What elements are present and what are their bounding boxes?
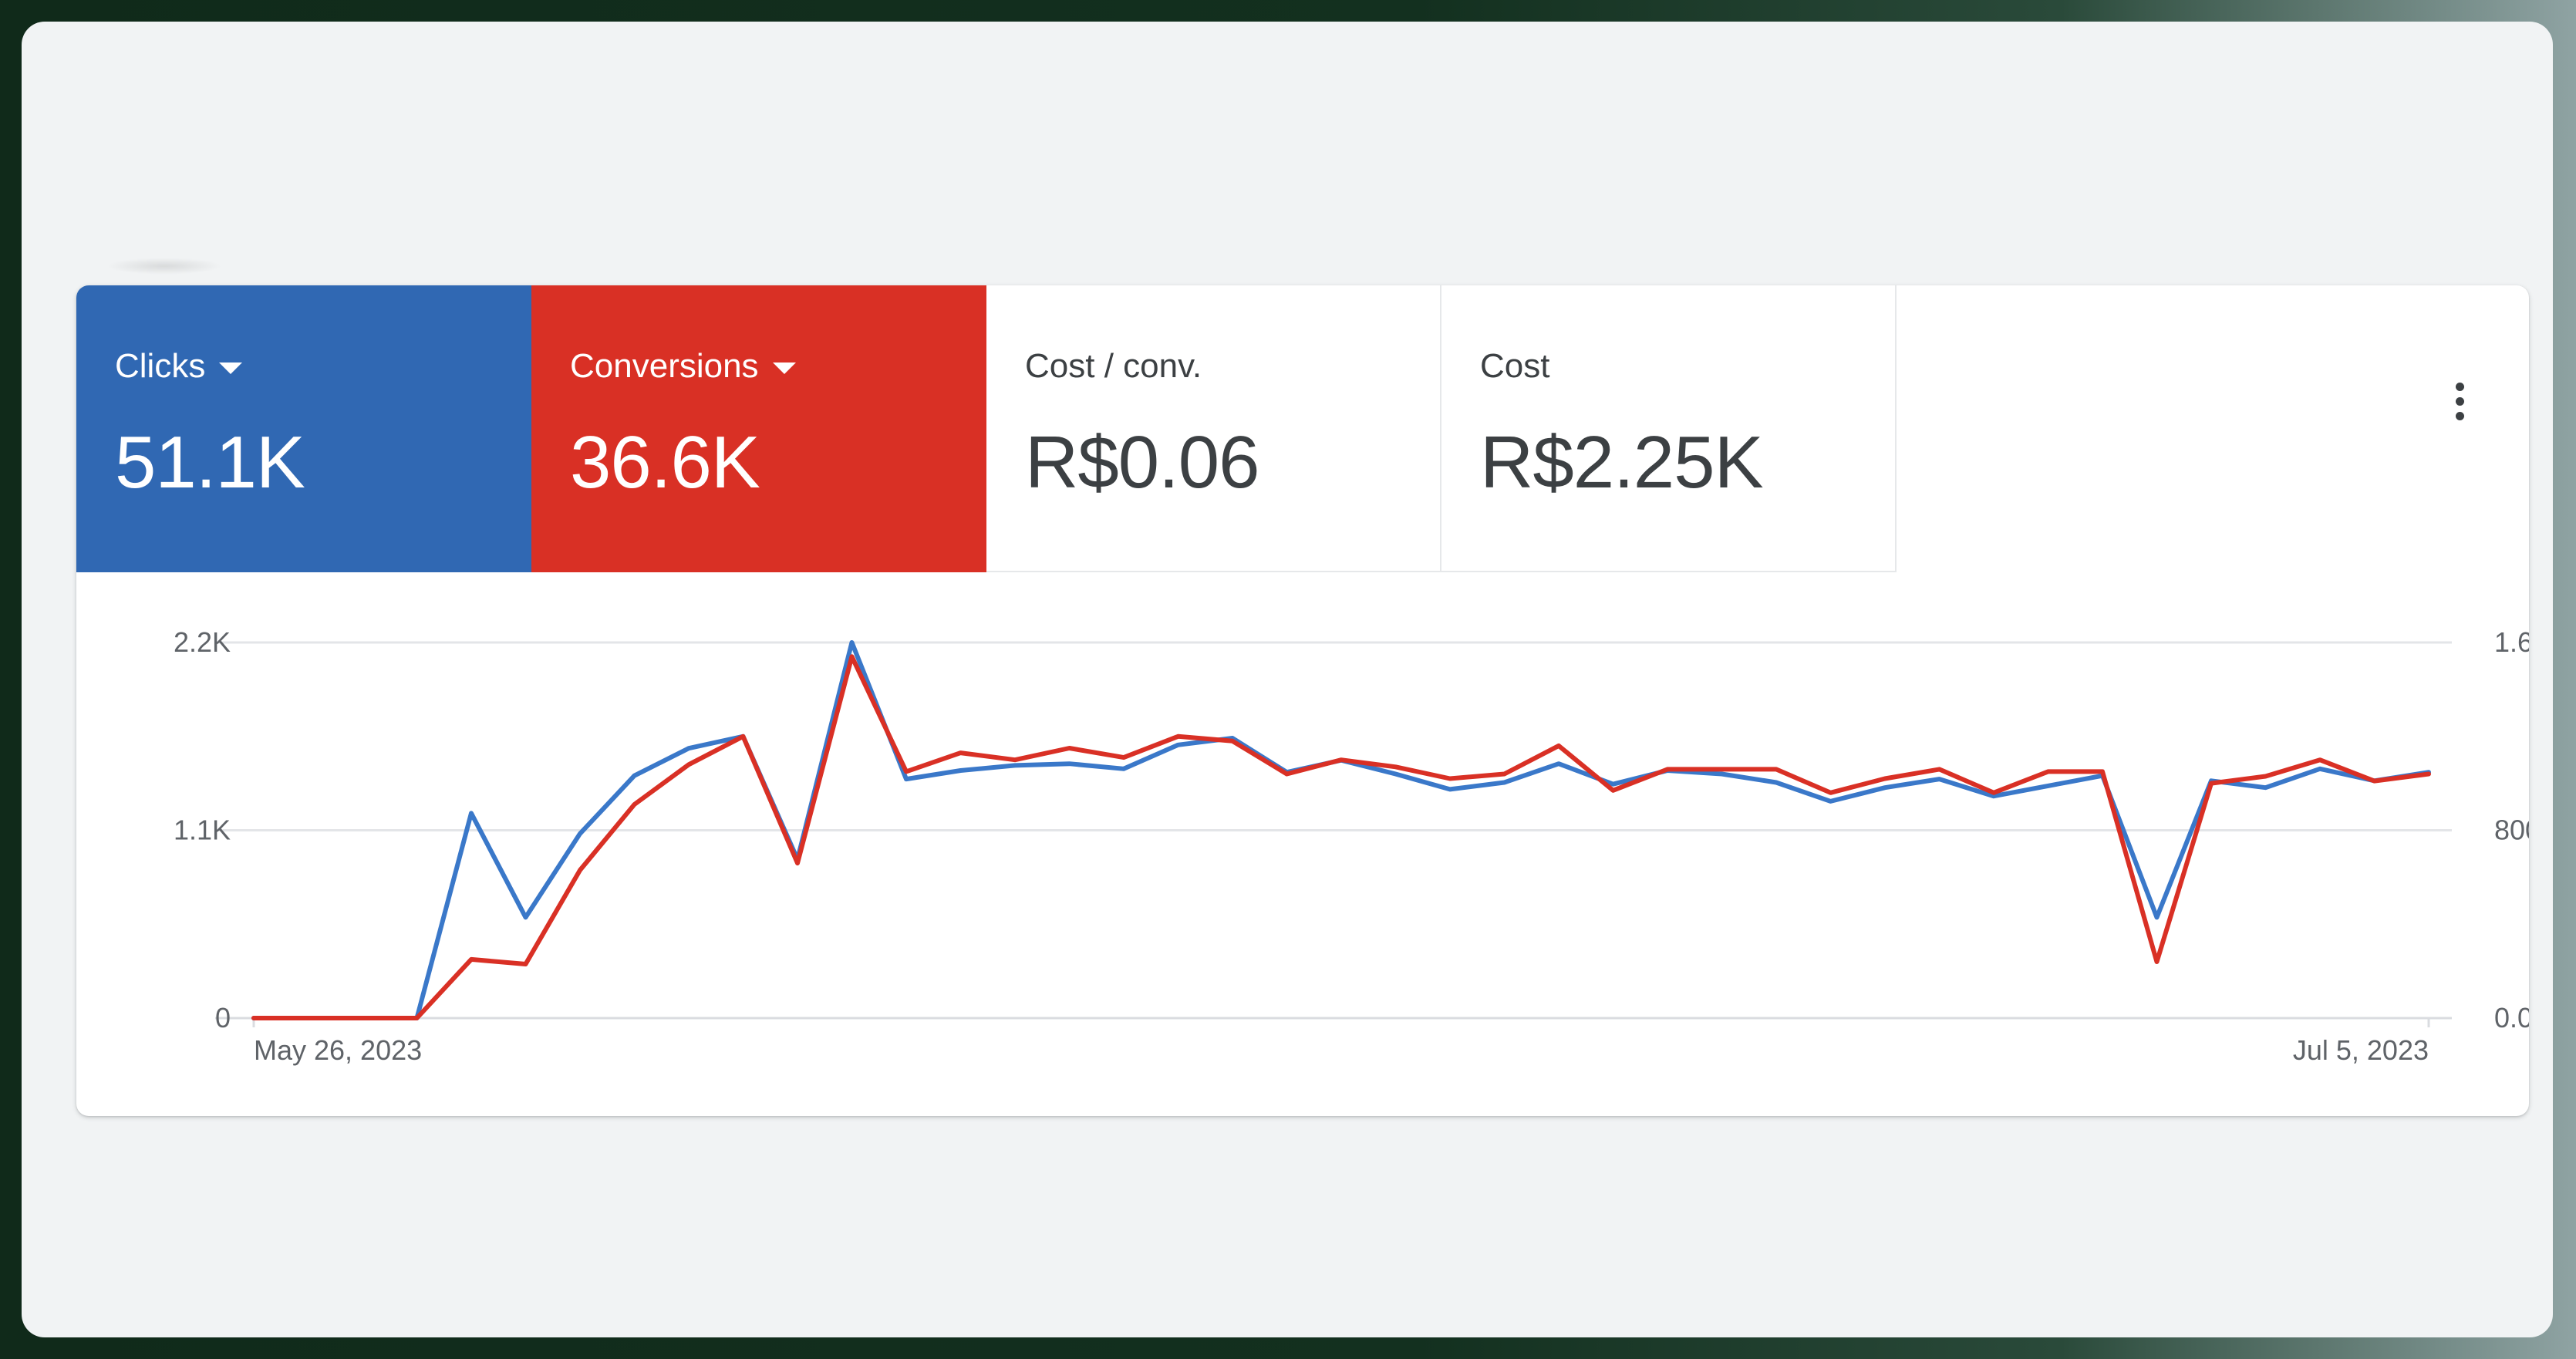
x-axis-start-label: May 26, 2023 (254, 1034, 422, 1066)
decorative-shadow (106, 258, 222, 275)
app-window: Clicks 51.1K Conversions 36.6K Cost / co… (22, 22, 2553, 1337)
right-axis-tick-label: 800.00 (2494, 814, 2529, 846)
right-axis-tick-label: 1.6K (2494, 626, 2529, 658)
x-axis-end-label: Jul 5, 2023 (2293, 1034, 2429, 1066)
left-axis-tick-label: 0 (215, 1002, 231, 1034)
left-axis-tick-label: 1.1K (174, 814, 231, 846)
left-axis-tick-label: 2.2K (174, 626, 231, 658)
right-axis-tick-label: 0.00 (2494, 1002, 2529, 1034)
performance-card: Clicks 51.1K Conversions 36.6K Cost / co… (76, 285, 2529, 1116)
performance-line-chart: 0 0.00 1.1K 800.00 2.2K 1.6K May 26, 2023 Jul 5… (174, 626, 2529, 1066)
